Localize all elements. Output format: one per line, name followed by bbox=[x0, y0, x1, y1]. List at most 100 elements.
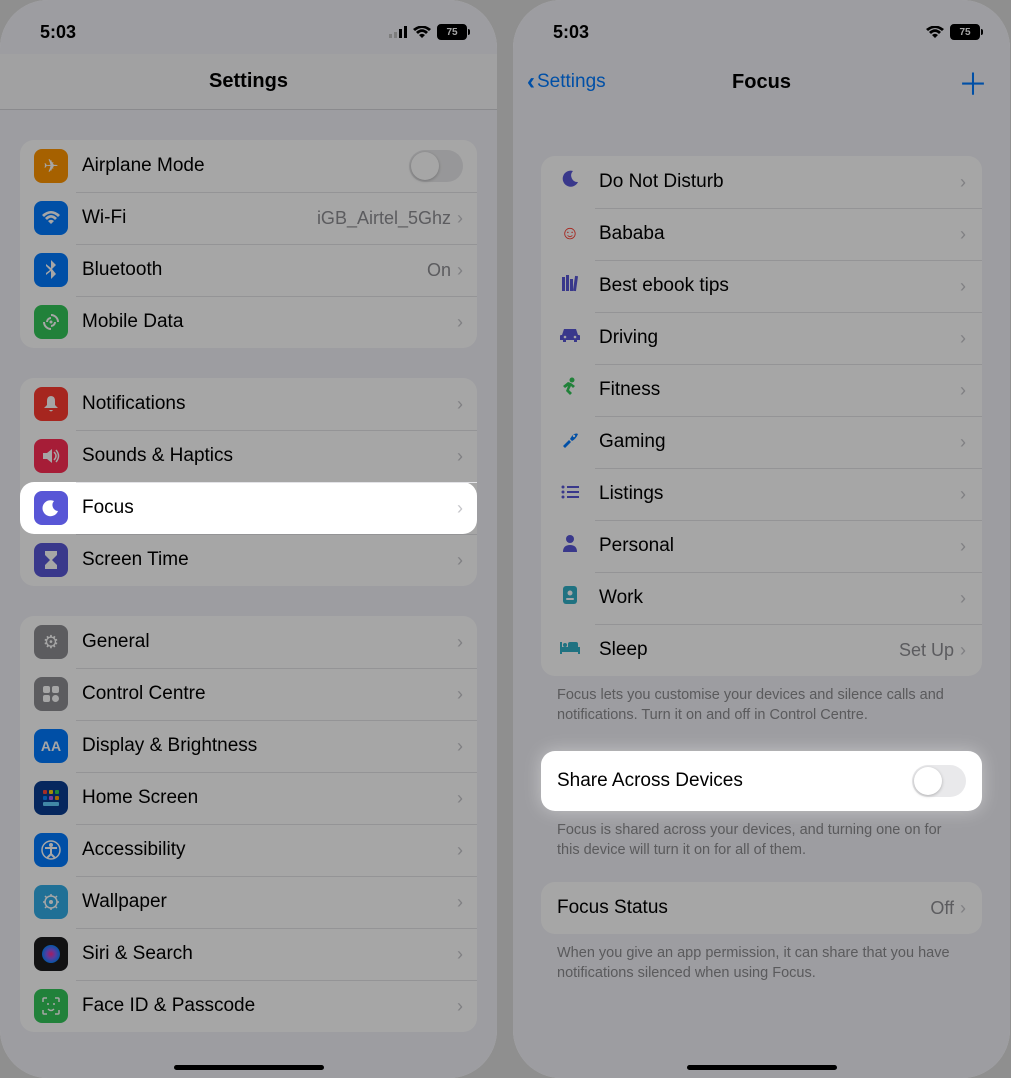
mobile-data-label: Mobile Data bbox=[82, 311, 457, 333]
row-focus[interactable]: Focus › bbox=[20, 482, 477, 534]
row-gaming[interactable]: Gaming › bbox=[541, 416, 982, 468]
row-screen-time[interactable]: Screen Time › bbox=[20, 534, 477, 586]
chevron-icon: › bbox=[457, 446, 463, 467]
row-ebook-tips[interactable]: Best ebook tips › bbox=[541, 260, 982, 312]
work-label: Work bbox=[599, 587, 960, 609]
person-icon bbox=[557, 534, 583, 558]
ebook-label: Best ebook tips bbox=[599, 275, 960, 297]
battery-icon: 75 bbox=[950, 24, 980, 40]
bluetooth-icon bbox=[34, 253, 68, 287]
books-icon bbox=[557, 274, 583, 298]
row-listings[interactable]: Listings › bbox=[541, 468, 982, 520]
chevron-icon: › bbox=[457, 394, 463, 415]
row-bababa[interactable]: ☺ Bababa › bbox=[541, 208, 982, 260]
row-wifi[interactable]: Wi-Fi iGB_Airtel_5Ghz › bbox=[20, 192, 477, 244]
row-control-centre[interactable]: Control Centre › bbox=[20, 668, 477, 720]
chevron-icon: › bbox=[457, 736, 463, 757]
back-button[interactable]: ‹ Settings bbox=[527, 68, 606, 96]
airplane-toggle[interactable] bbox=[409, 150, 463, 182]
general-label: General bbox=[82, 631, 457, 653]
home-indicator[interactable] bbox=[687, 1065, 837, 1070]
driving-label: Driving bbox=[599, 327, 960, 349]
notifications-icon bbox=[34, 387, 68, 421]
chevron-icon: › bbox=[457, 312, 463, 333]
bluetooth-label: Bluetooth bbox=[82, 259, 427, 281]
row-do-not-disturb[interactable]: Do Not Disturb › bbox=[541, 156, 982, 208]
row-face-id[interactable]: Face ID & Passcode › bbox=[20, 980, 477, 1032]
row-bluetooth[interactable]: Bluetooth On › bbox=[20, 244, 477, 296]
status-bar: 5:03 75 bbox=[513, 0, 1010, 54]
sleep-value: Set Up bbox=[899, 640, 954, 661]
settings-list[interactable]: ✈ Airplane Mode Wi-Fi iGB_Airtel_5Ghz › … bbox=[0, 110, 497, 1078]
screen-time-icon bbox=[34, 543, 68, 577]
focus-description: Focus lets you customise your devices an… bbox=[541, 676, 982, 725]
fitness-label: Fitness bbox=[599, 379, 960, 401]
dnd-label: Do Not Disturb bbox=[599, 171, 960, 193]
control-centre-icon bbox=[34, 677, 68, 711]
status-time: 5:03 bbox=[40, 22, 76, 43]
row-sounds[interactable]: Sounds & Haptics › bbox=[20, 430, 477, 482]
wifi-icon bbox=[926, 26, 944, 39]
screenshot-focus: 5:03 75 ‹ Settings Focus ＋ Do Not Distur… bbox=[513, 0, 1010, 1078]
share-label: Share Across Devices bbox=[557, 770, 912, 792]
row-notifications[interactable]: Notifications › bbox=[20, 378, 477, 430]
row-wallpaper[interactable]: Wallpaper › bbox=[20, 876, 477, 928]
row-general[interactable]: ⚙ General › bbox=[20, 616, 477, 668]
control-centre-label: Control Centre bbox=[82, 683, 457, 705]
gear-icon: ⚙ bbox=[34, 625, 68, 659]
moon-icon bbox=[557, 169, 583, 195]
chevron-icon: › bbox=[457, 684, 463, 705]
chevron-icon: › bbox=[960, 588, 966, 609]
display-label: Display & Brightness bbox=[82, 735, 457, 757]
battery-icon: 75 bbox=[437, 24, 467, 40]
row-sleep[interactable]: Sleep Set Up › bbox=[541, 624, 982, 676]
chevron-icon: › bbox=[457, 840, 463, 861]
status-bar: 5:03 75 bbox=[0, 0, 497, 54]
add-button[interactable]: ＋ bbox=[958, 60, 988, 104]
mobile-data-icon bbox=[34, 305, 68, 339]
chevron-icon: › bbox=[960, 224, 966, 245]
focus-modes-group: Do Not Disturb › ☺ Bababa › Best ebook t… bbox=[541, 156, 982, 676]
focus-label: Focus bbox=[82, 497, 457, 519]
row-airplane-mode[interactable]: ✈ Airplane Mode bbox=[20, 140, 477, 192]
row-driving[interactable]: Driving › bbox=[541, 312, 982, 364]
row-fitness[interactable]: Fitness › bbox=[541, 364, 982, 416]
bluetooth-value: On bbox=[427, 260, 451, 281]
row-mobile-data[interactable]: Mobile Data › bbox=[20, 296, 477, 348]
screenshot-settings: 5:03 75 Settings ✈ Airplane Mode bbox=[0, 0, 497, 1078]
row-work[interactable]: Work › bbox=[541, 572, 982, 624]
row-display[interactable]: AA Display & Brightness › bbox=[20, 720, 477, 772]
row-home-screen[interactable]: Home Screen › bbox=[20, 772, 477, 824]
home-indicator[interactable] bbox=[174, 1065, 324, 1070]
focus-content[interactable]: Do Not Disturb › ☺ Bababa › Best ebook t… bbox=[513, 110, 1010, 1078]
share-toggle[interactable] bbox=[912, 765, 966, 797]
sleep-label: Sleep bbox=[599, 639, 899, 661]
row-personal[interactable]: Personal › bbox=[541, 520, 982, 572]
sounds-label: Sounds & Haptics bbox=[82, 445, 457, 467]
row-focus-status[interactable]: Focus Status Off › bbox=[541, 882, 982, 934]
accessibility-label: Accessibility bbox=[82, 839, 457, 861]
chevron-icon: › bbox=[960, 172, 966, 193]
chevron-icon: › bbox=[457, 892, 463, 913]
row-accessibility[interactable]: Accessibility › bbox=[20, 824, 477, 876]
share-description: Focus is shared across your devices, and… bbox=[541, 811, 982, 860]
siri-label: Siri & Search bbox=[82, 943, 457, 965]
siri-icon bbox=[34, 937, 68, 971]
notifications-label: Notifications bbox=[82, 393, 457, 415]
wifi-label: Wi-Fi bbox=[82, 207, 317, 229]
badge-icon bbox=[557, 585, 583, 611]
row-share-across-devices[interactable]: Share Across Devices bbox=[541, 751, 982, 811]
list-icon bbox=[557, 483, 583, 505]
wifi-row-icon bbox=[34, 201, 68, 235]
listings-label: Listings bbox=[599, 483, 960, 505]
chevron-icon: › bbox=[960, 380, 966, 401]
chevron-icon: › bbox=[457, 260, 463, 281]
gaming-label: Gaming bbox=[599, 431, 960, 453]
row-siri[interactable]: Siri & Search › bbox=[20, 928, 477, 980]
wifi-value: iGB_Airtel_5Ghz bbox=[317, 208, 451, 229]
chevron-icon: › bbox=[960, 484, 966, 505]
display-icon: AA bbox=[34, 729, 68, 763]
airplane-icon: ✈ bbox=[34, 149, 68, 183]
group-focus: Notifications › Sounds & Haptics › Focus… bbox=[20, 378, 477, 586]
chevron-icon: › bbox=[457, 788, 463, 809]
